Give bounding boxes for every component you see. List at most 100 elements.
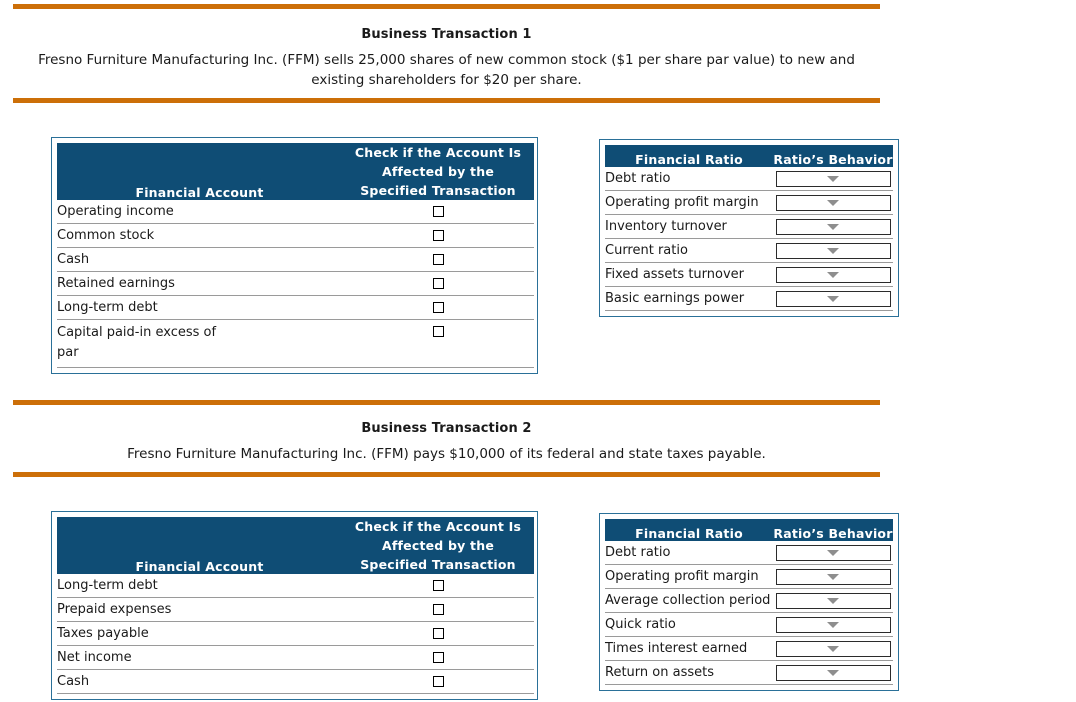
ratio-behavior-cell[interactable] (773, 286, 893, 311)
ratio-behavior-dropdown[interactable] (775, 616, 891, 633)
ratio-label: Basic earnings power (605, 286, 773, 311)
account-checkbox-cell[interactable] (342, 271, 534, 296)
ratio-label: Operating profit margin (605, 190, 773, 215)
account-checkbox-cell[interactable] (342, 669, 534, 694)
transaction-2-description: Fresno Furniture Manufacturing Inc. (FFM… (127, 446, 766, 462)
table-row: Times interest earned (605, 636, 893, 661)
account-checkbox-cell[interactable] (342, 574, 534, 598)
chevron-down-icon (827, 175, 839, 182)
chevron-down-icon (827, 549, 839, 556)
column-header-line-2: Specified Transaction (360, 183, 516, 198)
table-row: Inventory turnover (605, 214, 893, 239)
table-row: Capital paid-in excess of par (57, 319, 534, 368)
ratio-behavior-dropdown[interactable] (775, 194, 891, 211)
account-label: Long-term debt (57, 295, 342, 320)
ratio-label: Fixed assets turnover (605, 262, 773, 287)
transaction-2-heading: Business Transaction 2 Fresno Furniture … (13, 421, 880, 464)
divider-rule-bottom-1 (13, 98, 880, 103)
checkbox-icon[interactable] (432, 278, 444, 289)
table-row: Cash (57, 247, 534, 272)
ratio-label: Quick ratio (605, 612, 773, 637)
accounts-grid-2: Financial Account Check if the Account I… (57, 517, 534, 694)
column-header-financial-ratio: Financial Ratio (605, 519, 773, 541)
checkbox-icon[interactable] (432, 676, 444, 687)
checkbox-icon[interactable] (432, 302, 444, 313)
ratio-behavior-cell[interactable] (773, 214, 893, 239)
divider-rule-top-2 (13, 400, 880, 405)
checkbox-icon[interactable] (432, 206, 444, 217)
account-label: Long-term debt (57, 574, 342, 598)
account-label: Cash (57, 247, 342, 272)
ratio-behavior-cell[interactable] (773, 541, 893, 565)
table-row: Cash (57, 669, 534, 694)
ratio-behavior-cell[interactable] (773, 238, 893, 263)
checkbox-icon[interactable] (432, 580, 444, 591)
ratio-behavior-dropdown[interactable] (775, 568, 891, 585)
checkbox-icon[interactable] (432, 628, 444, 639)
ratio-label: Operating profit margin (605, 564, 773, 589)
ratio-behavior-dropdown[interactable] (775, 242, 891, 259)
ratio-behavior-dropdown[interactable] (775, 544, 891, 561)
table-header-row: Financial Account Check if the Account I… (57, 143, 534, 200)
table-row: Quick ratio (605, 612, 893, 637)
account-label: Retained earnings (57, 271, 342, 296)
account-label: Net income (57, 645, 342, 670)
table-row: Operating profit margin (605, 564, 893, 589)
account-checkbox-cell[interactable] (342, 295, 534, 320)
table-row: Long-term debt (57, 295, 534, 320)
checkbox-icon[interactable] (432, 652, 444, 663)
ratio-label: Debt ratio (605, 167, 773, 191)
ratio-behavior-cell[interactable] (773, 660, 893, 685)
checkbox-icon[interactable] (432, 254, 444, 265)
account-checkbox-cell[interactable] (342, 597, 534, 622)
checkbox-icon[interactable] (432, 230, 444, 241)
ratio-label: Average collection period (605, 588, 773, 613)
chevron-down-icon (827, 621, 839, 628)
account-checkbox-cell[interactable] (342, 200, 534, 224)
ratio-behavior-cell[interactable] (773, 588, 893, 613)
table-header-row: Financial Ratio Ratio’s Behavior (605, 519, 893, 541)
ratio-behavior-dropdown[interactable] (775, 664, 891, 681)
chevron-down-icon (827, 271, 839, 278)
ratio-behavior-cell[interactable] (773, 262, 893, 287)
account-checkbox-cell[interactable] (342, 247, 534, 272)
ratios-grid-1: Financial Ratio Ratio’s Behavior Debt ra… (605, 145, 893, 311)
ratio-behavior-cell[interactable] (773, 636, 893, 661)
chevron-down-icon (827, 645, 839, 652)
table-row: Prepaid expenses (57, 597, 534, 622)
account-checkbox-cell[interactable] (342, 319, 534, 368)
checkbox-icon[interactable] (432, 604, 444, 615)
chevron-down-icon (827, 573, 839, 580)
transaction-1-heading: Business Transaction 1 Fresno Furniture … (13, 27, 880, 90)
column-header-line-2: Specified Transaction (360, 557, 516, 572)
ratio-behavior-dropdown[interactable] (775, 640, 891, 657)
ratio-behavior-dropdown[interactable] (775, 592, 891, 609)
checkbox-icon[interactable] (432, 326, 444, 337)
ratios-table-2: Financial Ratio Ratio’s Behavior Debt ra… (599, 513, 899, 691)
account-label: Capital paid-in excess of par (57, 319, 342, 368)
table-row: Debt ratio (605, 541, 893, 565)
table-row: Retained earnings (57, 271, 534, 296)
ratio-behavior-cell[interactable] (773, 612, 893, 637)
account-checkbox-cell[interactable] (342, 621, 534, 646)
account-checkbox-cell[interactable] (342, 645, 534, 670)
ratio-behavior-dropdown[interactable] (775, 218, 891, 235)
ratio-behavior-cell[interactable] (773, 190, 893, 215)
account-label: Prepaid expenses (57, 597, 342, 622)
ratio-behavior-dropdown[interactable] (775, 290, 891, 307)
account-checkbox-cell[interactable] (342, 223, 534, 248)
ratio-behavior-cell[interactable] (773, 167, 893, 191)
ratio-behavior-dropdown[interactable] (775, 170, 891, 187)
ratios-grid-2: Financial Ratio Ratio’s Behavior Debt ra… (605, 519, 893, 685)
chevron-down-icon (827, 295, 839, 302)
table-row: Long-term debt (57, 574, 534, 598)
table-row: Basic earnings power (605, 286, 893, 311)
transaction-1-title: Business Transaction 1 (361, 27, 532, 42)
ratio-behavior-cell[interactable] (773, 564, 893, 589)
ratio-behavior-dropdown[interactable] (775, 266, 891, 283)
column-header-financial-ratio: Financial Ratio (605, 145, 773, 167)
worksheet-page: Business Transaction 1 Fresno Furniture … (0, 0, 1076, 702)
table-header-row: Financial Ratio Ratio’s Behavior (605, 145, 893, 167)
ratio-label: Current ratio (605, 238, 773, 263)
table-row: Taxes payable (57, 621, 534, 646)
